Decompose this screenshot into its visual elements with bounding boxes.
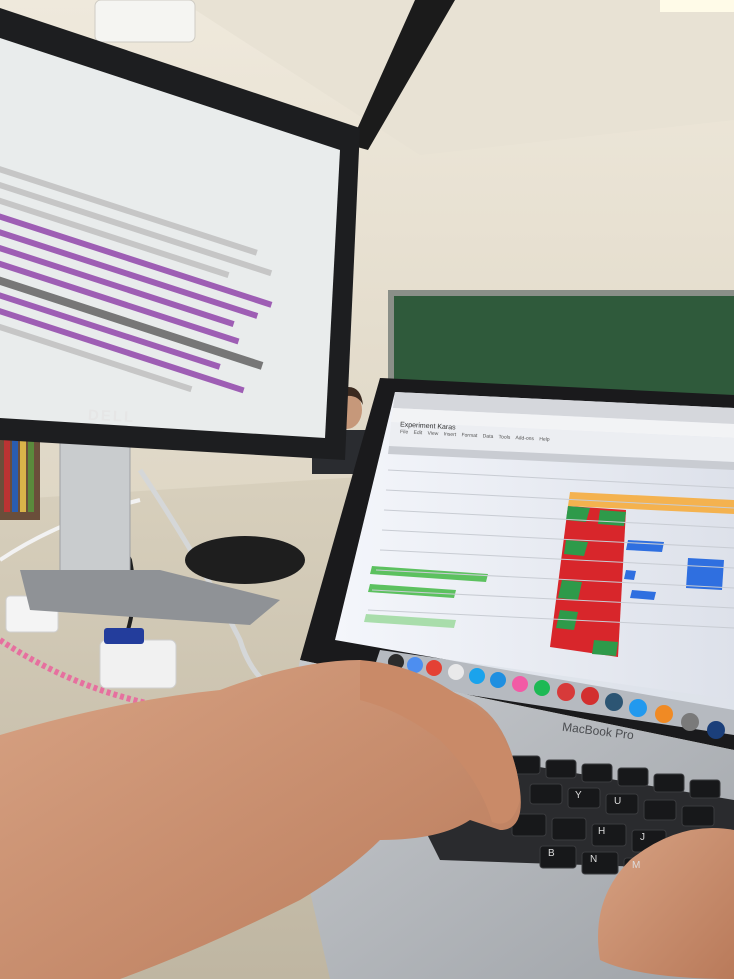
photo-scene bbox=[0, 0, 734, 979]
menu-item-tools[interactable]: Tools bbox=[498, 434, 510, 441]
menu-item-view[interactable]: View bbox=[427, 431, 438, 438]
ceiling-light bbox=[660, 0, 734, 12]
menu-item-insert[interactable]: Insert bbox=[443, 431, 456, 438]
menu-item-file[interactable]: File bbox=[400, 429, 408, 435]
vga-adapter bbox=[99, 639, 177, 689]
air-conditioner bbox=[94, 0, 196, 43]
monitor-stand-neck bbox=[59, 439, 131, 581]
menu-item-data[interactable]: Data bbox=[483, 433, 494, 440]
menu-item-help[interactable]: Help bbox=[539, 436, 550, 443]
monitor-brand-label: DELL bbox=[87, 406, 136, 427]
menu-item-edit[interactable]: Edit bbox=[413, 430, 422, 436]
menu-item-addons[interactable]: Add-ons bbox=[515, 435, 534, 442]
menu-item-format[interactable]: Format bbox=[461, 432, 477, 439]
round-stand bbox=[185, 536, 305, 584]
